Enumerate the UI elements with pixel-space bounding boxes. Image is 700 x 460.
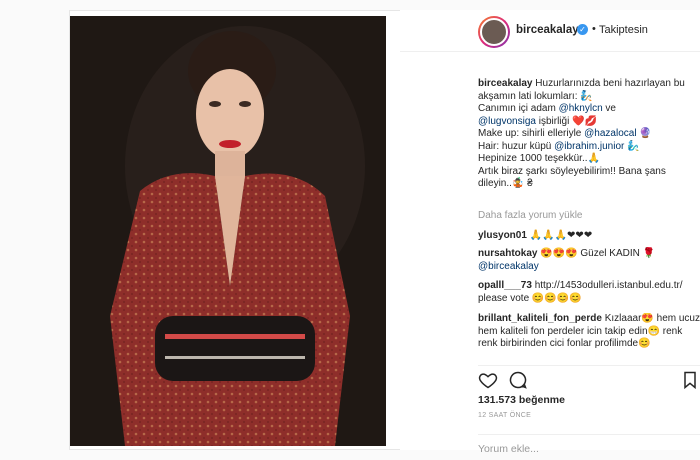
verified-icon: ✓ [577,24,588,35]
post-header: birceakalay ✓ • Takiptesin [400,10,700,52]
follow-status-button[interactable]: Takiptesin [599,24,648,36]
caption-and: ve [602,103,616,114]
likes-count[interactable]: 131.573 beğenme [478,394,565,406]
comment-item: ylusyon01 🙏🙏🙏❤❤❤ [478,230,700,243]
add-comment-field[interactable]: Yorum ekle... [478,434,700,455]
caption-username[interactable]: birceakalay [478,78,533,89]
comment-username[interactable]: ylusyon01 [478,230,527,241]
comment-text: 😍😍😍 Güzel KADIN 🌹 [540,248,656,259]
mention-link[interactable]: @lugvonsiga [478,116,536,127]
caption: birceakalay Huzurlarınızda beni hazırlay… [478,78,700,191]
comment-icon[interactable] [508,370,528,390]
mention-link[interactable]: @hazalocal [584,128,636,139]
action-bar [478,365,700,391]
caption-text-3: işbirliği ❤️💋 [535,115,597,127]
caption-text-6: Hepinize 1000 teşekkür..🙏 [478,153,600,164]
header-username[interactable]: birceakalay [516,24,579,36]
post-time[interactable]: 12 SAAT ÖNCE [478,412,531,419]
comment-item: opalll___73 http://1453odulleri.istanbul… [478,280,700,305]
portrait-illustration [70,16,386,446]
mention-link[interactable]: @birceakalay [478,261,539,272]
caption-text-4b: 🔮 [636,128,652,139]
mention-link[interactable]: @ibrahim.junior [554,141,624,152]
comment-text: 🙏🙏🙏❤❤❤ [529,230,593,241]
avatar[interactable] [478,16,510,48]
comment-username[interactable]: brillant_kaliteli_fon_perde [478,313,602,324]
mention-link[interactable]: @hknylcn [559,103,603,114]
post-sidebar: birceakalay ✓ • Takiptesin birceakalay H… [400,10,700,455]
comment-item: brillant_kaliteli_fon_perde Kızlaaar😍 he… [478,313,700,361]
caption-text-7: Artık biraz şarkı söyleyebilirim!! Bana … [478,165,666,190]
separator-dot: • [592,23,596,35]
load-more-comments-link[interactable]: Daha fazla yorum yükle [478,210,583,221]
comment-username[interactable]: opalll___73 [478,280,532,291]
caption-text-2: Canımın içi adam [478,103,559,114]
caption-text-5: Hair: huzur küpü [478,140,555,152]
bookmark-icon[interactable] [680,370,700,390]
caption-text-4: Make up: sihirli elleriyle [478,128,585,139]
comment-item: nursahtokay 😍😍😍 Güzel KADIN 🌹 @birceakal… [478,248,700,273]
caption-text-5b: 🧞‍♂️ [624,140,640,152]
comment-username[interactable]: nursahtokay [478,248,537,259]
post-photo[interactable] [70,16,386,446]
heart-icon[interactable] [478,370,498,390]
